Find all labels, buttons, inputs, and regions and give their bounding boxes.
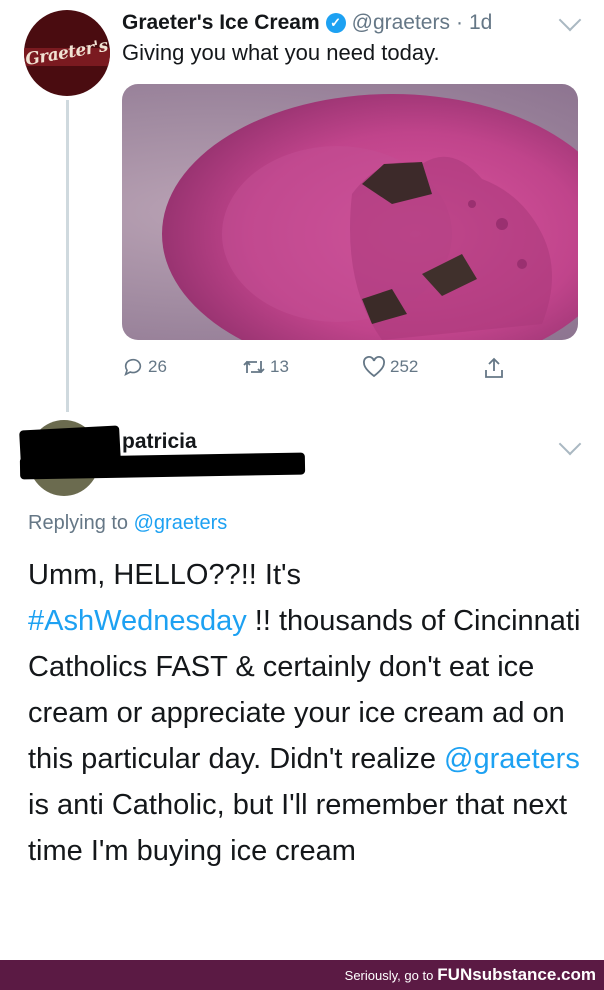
verified-badge-icon: ✓ [325,13,346,33]
replying-to: Replying to @graeters [28,512,227,535]
reply-author-name[interactable]: patricia [122,430,197,454]
share-icon [485,357,503,378]
ice-cream-image [162,94,578,340]
reply-action[interactable]: 26 [122,356,167,378]
footer-brand: FUNsubstance.com [437,965,596,984]
reply-text-part1: Umm, HELLO??!! It's [28,559,302,591]
mention-link[interactable]: @graeters [444,743,580,775]
replying-prefix: Replying to [28,512,129,534]
redaction-mark [19,452,306,480]
retweet-icon [243,360,265,374]
like-count: 252 [390,357,419,376]
author-name[interactable]: Graeter's Ice Cream [122,11,320,35]
reply-text: Umm, HELLO??!! It's #AshWednesday !! thou… [28,552,588,874]
reply-text-part3: is anti Catholic, but I'll remember that… [28,789,568,867]
tweet-actions: 26 13 252 [122,350,522,386]
reply-count: 26 [148,357,167,376]
separator: · [455,11,463,34]
replying-handle-link[interactable]: @graeters [134,512,228,534]
watermark-footer: Seriously, go to FUNsubstance.com [0,960,604,990]
like-action[interactable]: 252 [362,356,418,378]
tweet-media[interactable] [122,84,578,340]
share-action[interactable] [482,356,506,380]
tweet-header: Graeter's Ice Cream ✓ @graeters · 1d [122,8,492,38]
timestamp[interactable]: 1d [469,11,492,35]
thread-line [66,100,69,412]
chevron-down-icon[interactable] [558,432,582,456]
footer-text: Seriously, go to [344,967,434,983]
reply-icon [124,358,142,376]
tweet-text: Giving you what you need today. [122,40,440,65]
chevron-down-icon[interactable] [558,8,582,32]
like-icon [363,356,385,378]
retweet-action[interactable]: 13 [242,356,289,378]
avatar[interactable]: Graeter's [24,10,110,96]
retweet-count: 13 [270,357,289,376]
hashtag-link[interactable]: #AshWednesday [28,605,247,637]
author-handle[interactable]: @graeters [352,11,450,35]
